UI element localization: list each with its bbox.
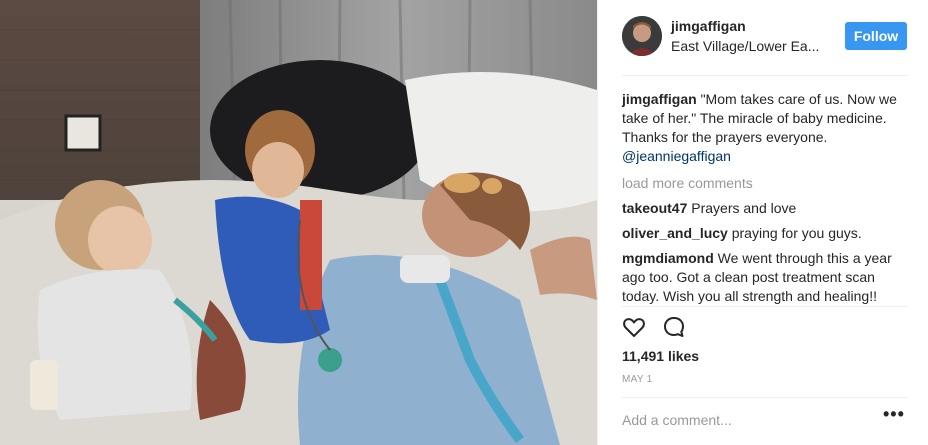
actions-divider (622, 306, 908, 307)
avatar[interactable] (622, 16, 662, 56)
header-divider (622, 75, 908, 76)
comment-divider (622, 397, 908, 398)
post-sidebar: jimgaffigan East Village/Lower Ea... Fol… (597, 0, 928, 445)
instagram-post: jimgaffigan East Village/Lower Ea... Fol… (0, 0, 928, 445)
comment-bubble-icon[interactable] (662, 315, 686, 339)
header-username[interactable]: jimgaffigan (671, 18, 746, 34)
comment-text: praying for you guys. (731, 225, 862, 241)
comments-section: jimgaffigan "Mom takes care of us. Now w… (622, 90, 912, 312)
caption: jimgaffigan "Mom takes care of us. Now w… (622, 90, 912, 166)
post-photo[interactable] (0, 0, 597, 445)
caption-username[interactable]: jimgaffigan (622, 91, 697, 107)
avatar-icon (622, 16, 662, 56)
follow-button[interactable]: Follow (845, 22, 907, 50)
add-comment-input[interactable]: Add a comment... (622, 412, 732, 428)
caption-mention[interactable]: @jeanniegaffigan (622, 148, 731, 164)
load-more-comments[interactable]: load more comments (622, 174, 912, 193)
header-location[interactable]: East Village/Lower Ea... (671, 38, 819, 54)
post-date[interactable]: MAY 1 (622, 374, 653, 385)
comment-username[interactable]: oliver_and_lucy (622, 225, 728, 241)
comment-username[interactable]: mgmdiamond (622, 250, 714, 266)
comment-item: takeout47 Prayers and love (622, 199, 912, 218)
more-options-icon[interactable]: ••• (883, 404, 905, 425)
comment-text: Prayers and love (691, 200, 797, 216)
post-header: jimgaffigan East Village/Lower Ea... Fol… (598, 0, 928, 75)
photo-illustration (0, 0, 597, 445)
heart-icon[interactable] (622, 315, 646, 339)
post-actions (622, 315, 686, 339)
likes-count[interactable]: 11,491 likes (622, 348, 699, 364)
comment-username[interactable]: takeout47 (622, 200, 687, 216)
comment-item: mgmdiamond We went through this a year a… (622, 249, 912, 306)
comment-item: oliver_and_lucy praying for you guys. (622, 224, 912, 243)
